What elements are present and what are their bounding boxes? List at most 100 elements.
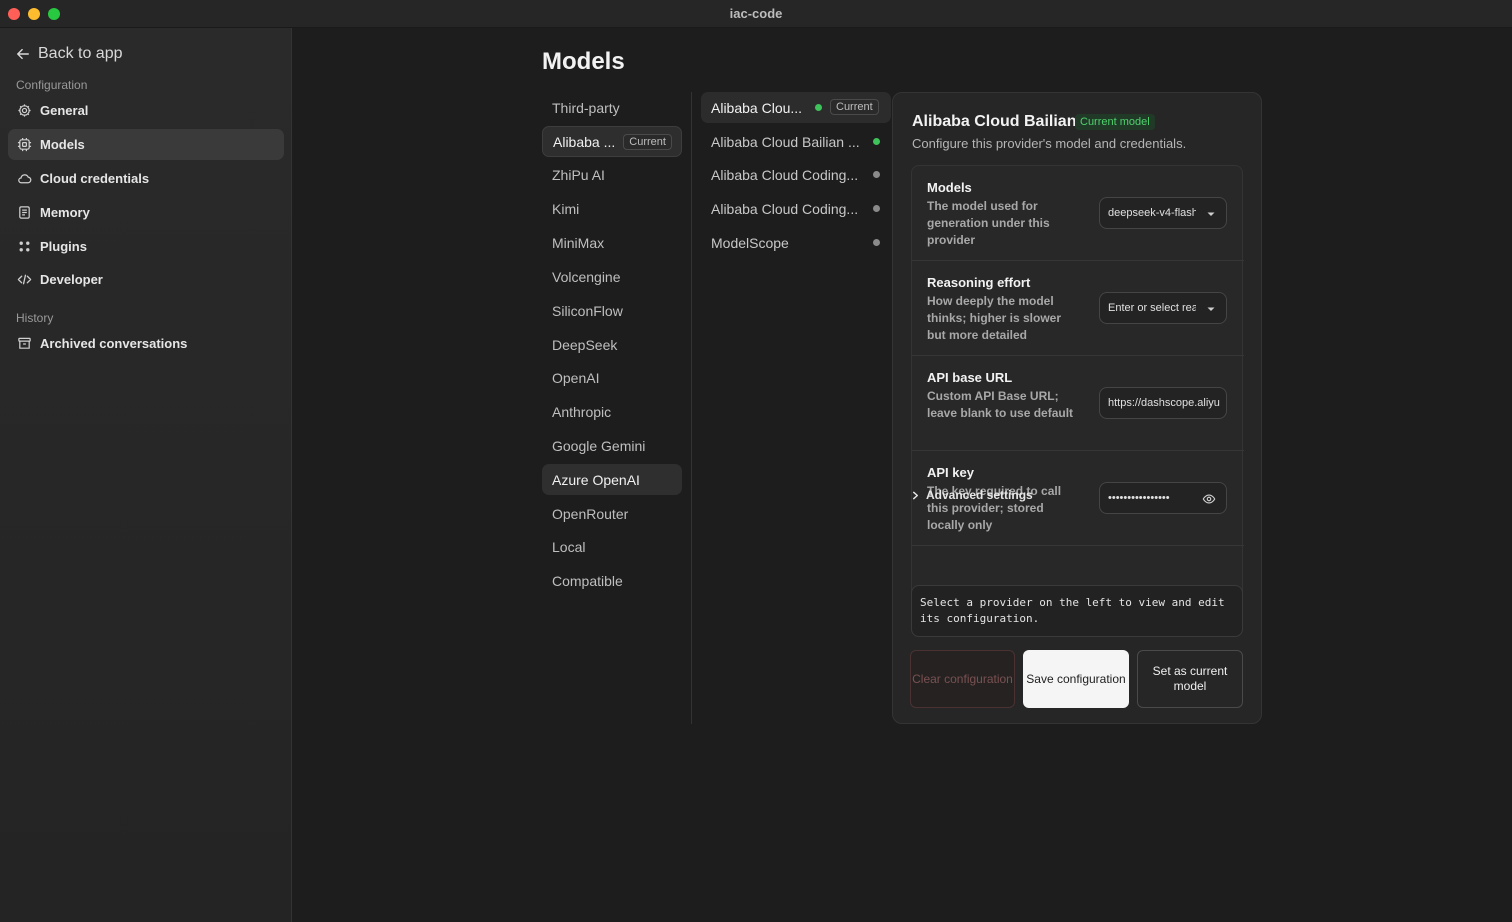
- sidebar-item-label: Models: [40, 137, 85, 152]
- provider-item-zhipu[interactable]: ZhiPu AI: [542, 159, 682, 190]
- sub-provider-item[interactable]: Alibaba Clou... Current: [701, 92, 891, 123]
- provider-label: Alibaba ...: [553, 133, 616, 150]
- provider-label: OpenAI: [552, 369, 600, 386]
- provider-label: Azure OpenAI: [552, 471, 640, 488]
- code-icon: [17, 274, 32, 285]
- chevron-right-icon: [912, 491, 919, 499]
- back-to-app-label: Back to app: [38, 45, 123, 62]
- column-divider: [691, 92, 692, 724]
- api-base-url-value: https://dashscope.aliyuncs.com: [1108, 397, 1220, 409]
- back-to-app-link[interactable]: Back to app: [16, 44, 123, 64]
- current-model-badge: Current model: [1075, 114, 1155, 130]
- advanced-settings-label: Advanced settings: [926, 488, 1033, 502]
- page-title: Models: [542, 48, 625, 75]
- sidebar-item-memory[interactable]: Memory: [8, 197, 284, 228]
- reasoning-description: How deeply the model thinks; higher is s…: [927, 294, 1062, 342]
- reasoning-effort-combobox[interactable]: Enter or select reasoning effort: [1099, 292, 1227, 324]
- api-key-masked-value: ••••••••••••••••: [1108, 492, 1170, 504]
- status-dot: [873, 138, 880, 145]
- provider-item-compatible[interactable]: Compatible: [542, 565, 682, 596]
- current-badge: Current: [623, 133, 672, 150]
- api-base-description: Custom API Base URL; leave blank to use …: [927, 389, 1074, 420]
- grid-icon: [19, 241, 30, 252]
- archive-icon: [18, 337, 31, 349]
- settings-card: Models The model used for generation und…: [911, 165, 1244, 637]
- gear-icon: [18, 104, 31, 117]
- eye-icon[interactable]: [1202, 492, 1216, 506]
- provider-item-local[interactable]: Local: [542, 531, 682, 562]
- sidebar-item-general[interactable]: General: [8, 95, 284, 126]
- provider-label: MiniMax: [552, 234, 605, 251]
- set-current-model-button[interactable]: Set as current model: [1137, 650, 1243, 708]
- provider-item-kimi[interactable]: Kimi: [542, 193, 682, 224]
- sidebar-item-developer[interactable]: Developer: [8, 264, 284, 295]
- api-key-title: API key: [927, 465, 974, 480]
- sidebar-item-plugins[interactable]: Plugins: [8, 231, 284, 262]
- status-dot: [873, 239, 880, 246]
- models-description: The model used for generation under this…: [927, 199, 1050, 247]
- sub-provider-label: Alibaba Cloud Coding...: [711, 200, 859, 217]
- sidebar-item-label: Cloud credentials: [40, 171, 150, 186]
- status-dot: [815, 104, 822, 111]
- sidebar-item-label: Memory: [40, 205, 90, 220]
- provider-item-openai[interactable]: OpenAI: [542, 362, 682, 393]
- provider-item-siliconflow[interactable]: SiliconFlow: [542, 295, 682, 326]
- sub-provider-label: Alibaba Cloud Coding...: [711, 166, 859, 183]
- sidebar: Back to app Configuration General Models…: [0, 28, 292, 922]
- api-base-row: API base URL Custom API Base URL; leave …: [912, 356, 1244, 451]
- provider-item-alibaba[interactable]: Alibaba ... Current: [542, 126, 682, 157]
- reasoning-title: Reasoning effort: [927, 275, 1031, 290]
- provider-item-third-party[interactable]: Third-party: [542, 92, 682, 123]
- sidebar-item-label: Developer: [40, 272, 103, 287]
- title-bar: iac-code: [0, 0, 1512, 28]
- model-select[interactable]: deepseek-v4-flash: [1099, 197, 1227, 229]
- provider-label: Third-party: [552, 99, 620, 116]
- api-base-url-input[interactable]: https://dashscope.aliyuncs.com: [1099, 387, 1227, 419]
- reasoning-placeholder: Enter or select reasoning effort: [1108, 302, 1196, 314]
- provider-description: Configure this provider's model and cred…: [912, 136, 1187, 151]
- sub-provider-label: Alibaba Cloud Bailian ...: [711, 133, 860, 150]
- cloud-icon: [18, 174, 32, 184]
- sidebar-item-label: General: [40, 103, 89, 118]
- sub-provider-item[interactable]: Alibaba Cloud Coding...: [701, 193, 891, 224]
- provider-item-azure-openai[interactable]: Azure OpenAI: [542, 464, 682, 495]
- reasoning-row: Reasoning effort How deeply the model th…: [912, 261, 1244, 356]
- provider-label: Local: [552, 538, 586, 555]
- save-configuration-button[interactable]: Save configuration: [1023, 650, 1129, 708]
- provider-item-openrouter[interactable]: OpenRouter: [542, 498, 682, 529]
- sub-provider-item[interactable]: Alibaba Cloud Coding...: [701, 159, 891, 190]
- sub-provider-item[interactable]: Alibaba Cloud Bailian ...: [701, 126, 891, 157]
- provider-item-google-gemini[interactable]: Google Gemini: [542, 430, 682, 461]
- provider-detail-panel: Alibaba Cloud Bailian Current model Conf…: [892, 92, 1262, 724]
- provider-label: OpenRouter: [552, 505, 629, 522]
- provider-label: ZhiPu AI: [552, 166, 605, 183]
- advanced-settings-toggle[interactable]: Advanced settings: [911, 488, 1033, 502]
- status-dot: [873, 171, 880, 178]
- provider-title: Alibaba Cloud Bailian: [912, 113, 1077, 130]
- clear-configuration-button[interactable]: Clear configuration: [910, 650, 1015, 708]
- configuration-section-label: Configuration: [16, 78, 88, 92]
- provider-item-volcengine[interactable]: Volcengine: [542, 261, 682, 292]
- sub-provider-item[interactable]: ModelScope: [701, 227, 891, 258]
- provider-label: SiliconFlow: [552, 302, 623, 319]
- api-base-title: API base URL: [927, 370, 1013, 385]
- sidebar-item-models[interactable]: Models: [8, 129, 284, 160]
- sidebar-item-label: Plugins: [40, 239, 87, 254]
- chevron-down-icon: [1207, 307, 1215, 311]
- sidebar-item-cloud-credentials[interactable]: Cloud credentials: [8, 163, 284, 194]
- provider-label: Compatible: [552, 572, 623, 589]
- history-section-label: History: [16, 311, 54, 325]
- provider-label: Google Gemini: [552, 437, 646, 454]
- api-key-input[interactable]: ••••••••••••••••: [1099, 482, 1227, 514]
- provider-item-minimax[interactable]: MiniMax: [542, 227, 682, 258]
- provider-label: DeepSeek: [552, 336, 618, 353]
- status-dot: [873, 205, 880, 212]
- provider-label: Anthropic: [552, 403, 612, 420]
- provider-item-anthropic[interactable]: Anthropic: [542, 396, 682, 427]
- sidebar-item-archived-conversations[interactable]: Archived conversations: [8, 328, 284, 359]
- provider-label: Kimi: [552, 200, 580, 217]
- models-title: Models: [927, 180, 972, 195]
- current-badge: Current: [830, 99, 879, 115]
- info-message: Select a provider on the left to view an…: [911, 585, 1243, 637]
- provider-item-deepseek[interactable]: DeepSeek: [542, 329, 682, 360]
